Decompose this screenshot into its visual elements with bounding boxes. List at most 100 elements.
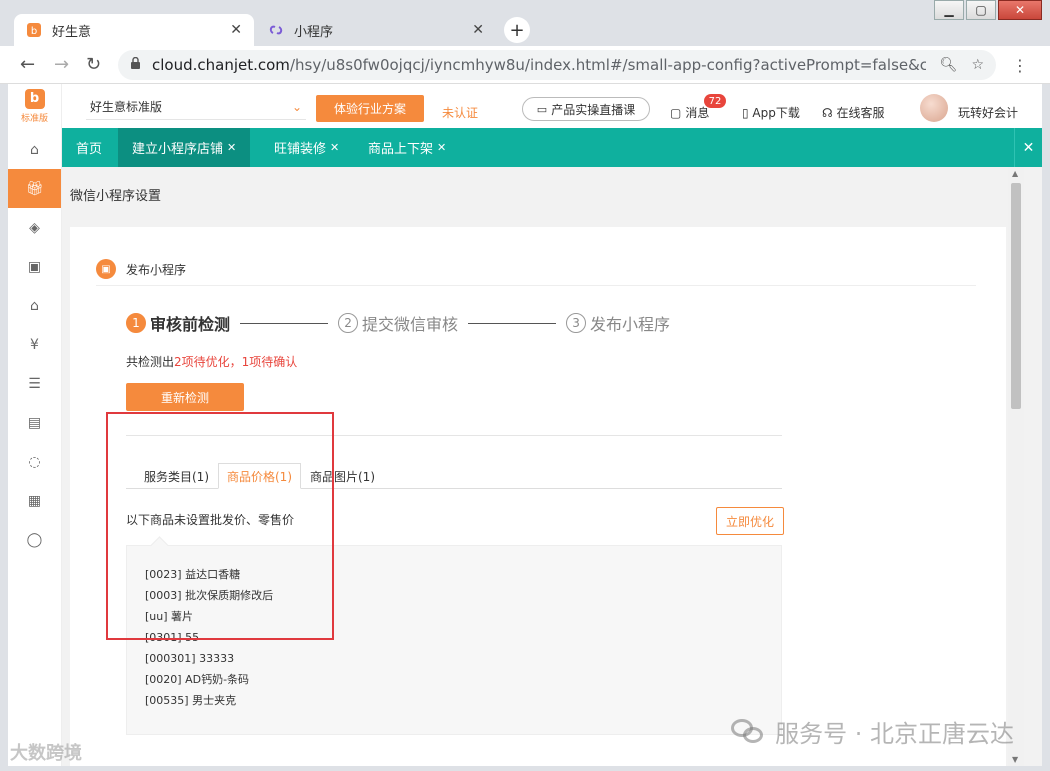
new-icon[interactable]: ▦ (8, 481, 61, 520)
messages-link[interactable]: ▢ 消息 (670, 104, 709, 121)
home-icon[interactable]: ⌂ (8, 130, 61, 169)
tab-title: 小程序 (294, 24, 334, 40)
step-connector (240, 322, 329, 324)
username[interactable]: 玩转好会计 (958, 104, 1018, 121)
browser-tabbar: b 好生意 ✕ 小程序 ✕ + ▁ ▢ ✕ (0, 0, 1050, 46)
step-connector (468, 322, 557, 324)
tv-icon: ▭ (536, 102, 548, 116)
sidebar-nav: ⌂ 🎁︎ ◈ ▣ ⌂ ¥ ☰ ▤ ◌ ▦ ◯ (8, 130, 61, 559)
step-label: 发布小程序 (590, 315, 671, 334)
app-download-link[interactable]: ▯ App下载 (742, 104, 800, 121)
zoom-icon[interactable]: 🔍︎ (940, 57, 958, 73)
browser-menu-icon[interactable]: ⋮ (1012, 56, 1028, 75)
summary-highlight: 2项待优化，1项待确认 (174, 355, 298, 369)
tab-home[interactable]: 首页 (62, 128, 116, 167)
step-label: 审核前检测 (150, 315, 231, 334)
forward-icon[interactable]: → (54, 54, 69, 75)
scroll-up-icon[interactable]: ▲ (1012, 169, 1018, 178)
close-icon[interactable]: ✕ (330, 141, 339, 154)
url-path: /hsy/u8s0fw0ojqcj/iyncmhyw8u/index.html#… (289, 56, 926, 74)
step-label: 提交微信审核 (362, 315, 459, 334)
optimize-now-button[interactable]: 立即优化 (716, 507, 784, 535)
clipboard-icon[interactable]: ☰ (8, 364, 61, 403)
url-input[interactable]: cloud.chanjet.com/hsy/u8s0fw0ojqcj/iyncm… (118, 50, 996, 80)
cycle-icon[interactable]: ◌ (8, 442, 61, 481)
app-favicon-icon: b (26, 22, 42, 38)
maximize-icon[interactable]: ▢ (966, 0, 996, 20)
top-bar: 好生意标准版 ⌄ 体验行业方案 未认证 ▭ 产品实操直播课 ▢ 消息 72 ▯ … (62, 84, 1042, 128)
browser-tab-miniprogram[interactable]: 小程序 ✕ (256, 14, 496, 46)
tab-label: 旺铺装修 (274, 142, 327, 157)
chat-icon[interactable]: ◯ (8, 520, 61, 559)
card-icon[interactable]: ▤ (8, 403, 61, 442)
chevron-down-icon: ⌄ (291, 99, 302, 114)
scroll-thumb[interactable] (1011, 183, 1021, 409)
list-item: [000301] 33333 (145, 652, 235, 665)
online-service-link[interactable]: ☊ 在线客服 (822, 104, 885, 121)
tab-label: 商品上下架 (368, 142, 434, 157)
url-host: cloud.chanjet.com (152, 56, 290, 74)
tab-title: 好生意 (52, 24, 92, 40)
logo-icon: b (24, 88, 45, 109)
svg-text:b: b (31, 26, 37, 37)
reload-icon[interactable]: ↻ (86, 54, 101, 75)
list-item: [00535] 男士夹克 (145, 694, 237, 707)
gift-icon[interactable]: 🎁︎ (8, 169, 61, 208)
bookmark-star-icon[interactable]: ☆ (971, 57, 984, 73)
close-icon[interactable]: ✕ (227, 141, 236, 154)
highlight-box (106, 412, 334, 640)
back-icon[interactable]: ← (20, 54, 35, 75)
url-text: cloud.chanjet.com/hsy/u8s0fw0ojqcj/iyncm… (152, 56, 926, 74)
watermark-text: 服务号 · 北京正唐云达 (775, 720, 1014, 748)
step-number: 2 (338, 313, 359, 333)
step-1: 1 审核前检测 (126, 311, 230, 335)
bag-icon[interactable]: ▣ (8, 247, 61, 286)
scroll-down-icon[interactable]: ▼ (1012, 755, 1018, 764)
message-icon: ▢ (670, 105, 682, 120)
edition-select[interactable]: 好生意标准版 ⌄ (86, 94, 306, 120)
browser-tab-haoshengyi[interactable]: b 好生意 ✕ (14, 14, 254, 46)
step-2: 2 提交微信审核 (338, 311, 458, 335)
logo[interactable]: b 标准版 (8, 84, 61, 128)
close-tab-icon[interactable]: ✕ (472, 22, 484, 38)
window-close-icon[interactable]: ✕ (998, 0, 1042, 20)
list-item: [0020] AD钙奶-条码 (145, 673, 250, 686)
page-title: 微信小程序设置 (70, 189, 162, 204)
store-icon[interactable]: ◈ (8, 208, 61, 247)
lock-icon (130, 56, 142, 73)
tab-shop-decoration[interactable]: 旺铺装修 ✕ (260, 128, 353, 167)
close-tab-icon[interactable]: ✕ (230, 22, 242, 38)
close-icon[interactable]: ✕ (437, 141, 446, 154)
message-count-badge: 72 (704, 94, 726, 108)
warehouse-icon[interactable]: ⌂ (8, 286, 61, 325)
live-course-label: 产品实操直播课 (551, 102, 636, 117)
corner-watermark: 大数跨境 (10, 743, 82, 764)
tab-build-store[interactable]: 建立小程序店铺 ✕ (118, 128, 251, 167)
section-title-label: 发布小程序 (126, 262, 187, 277)
check-summary: 共检测出2项待优化，1项待确认 (126, 353, 297, 370)
scrollbar[interactable]: ▲ ▼ (1008, 167, 1024, 766)
step-3: 3 发布小程序 (566, 311, 670, 335)
divider (96, 285, 976, 286)
watermark: 服务号 · 北京正唐云达 (731, 714, 1014, 749)
publish-icon: ▣ (96, 259, 116, 279)
avatar[interactable] (920, 94, 948, 122)
recheck-button[interactable]: 重新检测 (126, 383, 244, 411)
unverified-link[interactable]: 未认证 (442, 104, 478, 121)
edition-label: 好生意标准版 (90, 100, 163, 114)
summary-prefix: 共检测出 (126, 355, 175, 369)
wechat-icon (731, 718, 765, 745)
app-download-label: App下载 (752, 106, 800, 120)
page-tabs: 首页 建立小程序店铺 ✕ 旺铺装修 ✕ 商品上下架 ✕ ✕ (62, 128, 1042, 167)
money-icon[interactable]: ¥ (8, 325, 61, 364)
close-all-tabs-icon[interactable]: ✕ (1014, 128, 1042, 167)
new-tab-button[interactable]: + (504, 17, 530, 43)
experience-solution-button[interactable]: 体验行业方案 (316, 95, 424, 122)
online-service-label: 在线客服 (836, 106, 885, 120)
logo-label: 标准版 (20, 113, 48, 124)
section-title: ▣ 发布小程序 (96, 259, 186, 279)
minimize-icon[interactable]: ▁ (934, 0, 964, 20)
live-course-button[interactable]: ▭ 产品实操直播课 (522, 97, 650, 121)
tab-product-listing[interactable]: 商品上下架 ✕ (354, 128, 460, 167)
window-controls: ▁ ▢ ✕ (932, 0, 1042, 20)
